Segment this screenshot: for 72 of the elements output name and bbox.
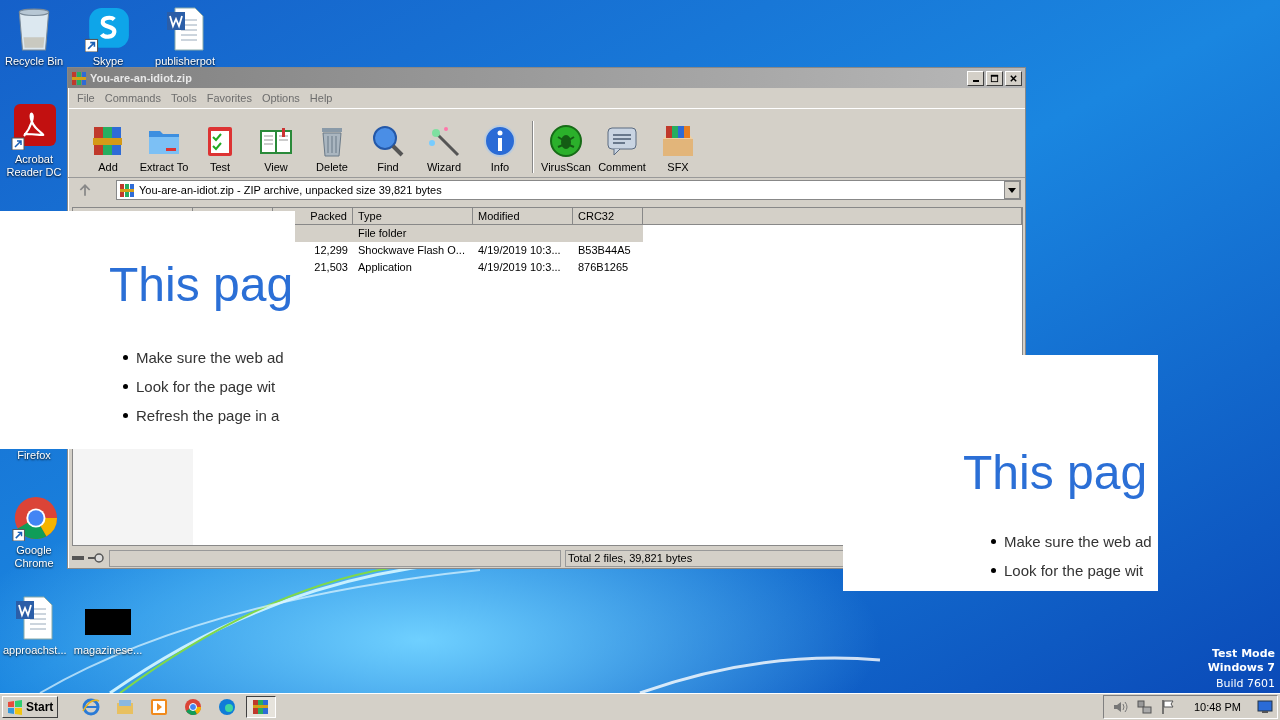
info-icon <box>482 123 518 159</box>
network-icon[interactable] <box>1135 699 1152 715</box>
desktop-icon-label[interactable]: Firefox <box>17 449 51 462</box>
table-cell: Application <box>358 261 412 273</box>
drive-key-icon <box>71 552 105 564</box>
menu-item[interactable]: Options <box>256 92 305 104</box>
window-title: You-are-an-idiot.zip <box>90 72 193 84</box>
close-button[interactable] <box>1005 70 1022 86</box>
toolbar-button[interactable]: Info <box>472 123 528 173</box>
table-cell: 12,299 <box>314 244 348 256</box>
toolbar-button[interactable]: Comment <box>594 123 650 173</box>
menu-item[interactable]: Commands <box>99 92 166 104</box>
skype-icon[interactable] <box>85 6 131 52</box>
clock[interactable]: 10:48 PM <box>1193 701 1241 713</box>
toolbar-button[interactable]: Extract To <box>136 123 192 173</box>
table-cell: B53B44A5 <box>578 244 631 256</box>
chrome-icon <box>183 697 204 717</box>
dropdown-button[interactable] <box>1004 181 1020 199</box>
desktop-icon-label[interactable]: Acrobat Reader DC <box>3 153 65 179</box>
archive-books-icon <box>71 70 87 86</box>
play-icon <box>149 697 170 717</box>
show-desktop-icon[interactable] <box>1257 700 1273 714</box>
table-cell: 876B1265 <box>578 261 629 273</box>
table-cell: 21,503 <box>314 261 348 273</box>
chrome-icon[interactable] <box>11 495 57 541</box>
toolbar-button[interactable]: Wizard <box>416 123 472 173</box>
menu-item[interactable]: Favorites <box>201 92 257 104</box>
toolbar-button[interactable]: Add <box>80 123 136 173</box>
error-tip: Refresh the page in a <box>136 407 280 424</box>
table-cell: File folder <box>358 227 407 239</box>
edge-icon <box>217 697 238 717</box>
windows-logo-icon <box>7 699 23 715</box>
error-tip: Make sure the web ad <box>136 349 284 366</box>
bug-icon <box>548 123 584 159</box>
error-heading: This pag <box>109 257 294 313</box>
toolbar-button[interactable]: Delete <box>304 123 360 173</box>
menu-item[interactable]: Tools <box>166 92 202 104</box>
search-icon <box>370 123 406 159</box>
toolbar-button[interactable]: Find <box>360 123 416 173</box>
speaker-icon[interactable] <box>1111 699 1128 715</box>
desktop-icon-label[interactable]: Skype <box>92 55 124 68</box>
desktop-icon-label[interactable]: Recycle Bin <box>4 55 64 68</box>
toolbar-button[interactable]: View <box>248 123 304 173</box>
address-field[interactable]: You-are-an-idiot.zip - ZIP archive, unpacked size 39,821 bytes <box>116 180 1021 200</box>
maximize-icon <box>990 73 999 83</box>
close-icon <box>1009 73 1018 83</box>
folder-icon <box>115 697 136 717</box>
ie-icon <box>81 697 102 717</box>
archive-books-icon <box>119 182 135 198</box>
toolbar-button[interactable]: SFX <box>650 123 706 173</box>
system-notice: Windows 7 <box>1207 661 1275 675</box>
toolbar-button[interactable]: VirusScan <box>538 123 594 173</box>
system-notice: Test Mode <box>1212 647 1275 661</box>
caret-icon <box>1008 187 1016 193</box>
acrobat-icon[interactable] <box>11 104 57 150</box>
table-cell: Shockwave Flash O... <box>358 244 465 256</box>
minimize-icon <box>972 79 979 82</box>
archive-app-button[interactable] <box>246 696 277 718</box>
desktop-icon-label[interactable]: Google Chrome <box>3 544 65 570</box>
maximize-button[interactable] <box>986 70 1003 86</box>
desktop-icon-label[interactable]: publisherpot <box>155 55 215 68</box>
box-icon <box>660 123 696 159</box>
flag-icon[interactable] <box>1159 699 1176 715</box>
minimize-button[interactable] <box>967 70 984 86</box>
error-tip: Look for the page wit <box>136 378 276 395</box>
start-button[interactable]: Start <box>2 696 59 718</box>
table-cell: 4/19/2019 10:3... <box>478 244 561 256</box>
error-tip: Make sure the web ad <box>1004 533 1152 550</box>
system-notice: Build 7601 <box>1215 677 1275 691</box>
error-heading: This pag <box>963 445 1148 501</box>
table-cell: 4/19/2019 10:3... <box>478 261 561 273</box>
toolbar-button[interactable]: Test <box>192 123 248 173</box>
